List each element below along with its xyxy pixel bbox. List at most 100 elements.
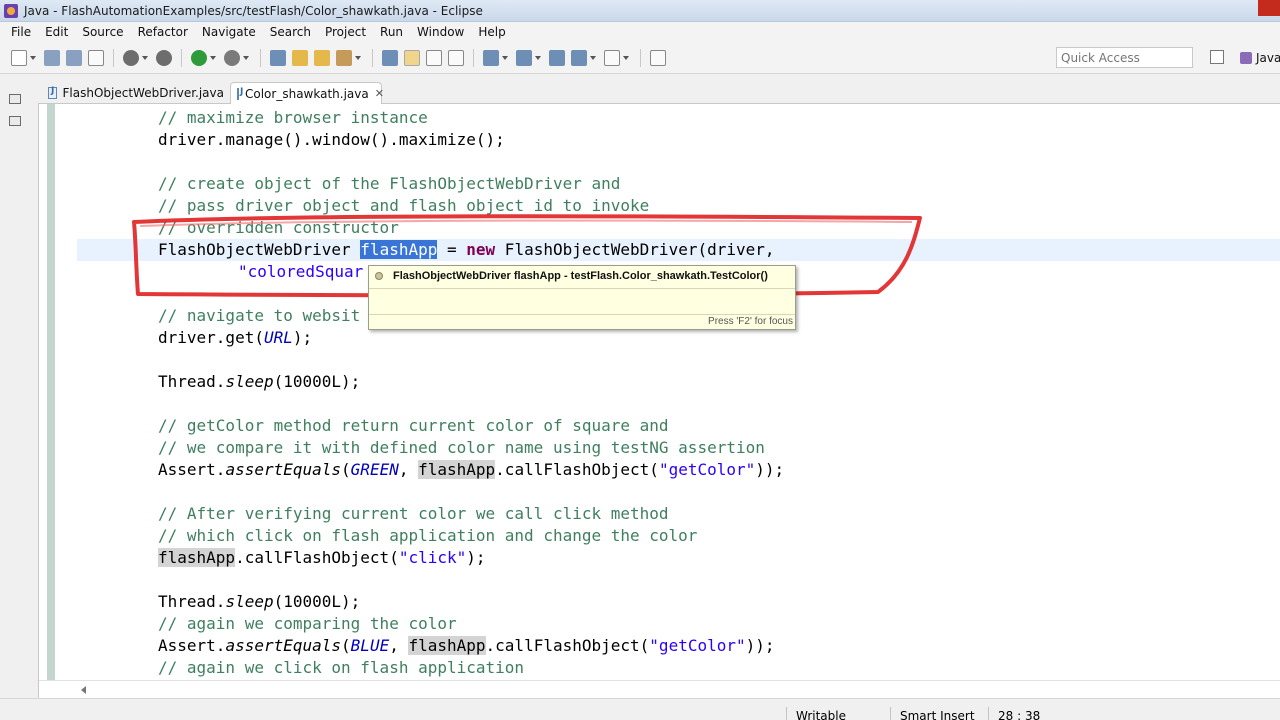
open-type-icon[interactable]	[270, 49, 286, 66]
menu-file[interactable]: File	[4, 25, 38, 39]
toolbar-separator	[473, 48, 474, 67]
code-line: // we compare it with defined color name…	[158, 438, 765, 457]
new-package-icon[interactable]	[292, 49, 308, 66]
code-token: );	[292, 328, 313, 347]
close-icon[interactable]: ✕	[375, 87, 384, 100]
tab-flashobjectwebdriver[interactable]: FlashObjectWebDriver.java	[42, 82, 230, 104]
mark-occurrences-icon[interactable]	[404, 49, 420, 66]
chevron-down-icon[interactable]	[355, 50, 362, 66]
horizontal-scrollbar[interactable]	[39, 680, 1280, 698]
menu-help[interactable]: Help	[471, 25, 512, 39]
window-title: Java - FlashAutomationExamples/src/testF…	[24, 3, 483, 18]
search-icon[interactable]	[382, 49, 398, 66]
pin-editor-icon[interactable]	[650, 49, 666, 66]
local-variable-icon	[375, 272, 383, 280]
menu-edit[interactable]: Edit	[38, 25, 75, 39]
next-annotation-icon[interactable]	[483, 49, 499, 66]
forward-icon[interactable]	[604, 49, 620, 66]
code-token: .callFlashObject(	[495, 460, 659, 479]
javadoc-hover-popup[interactable]: FlashObjectWebDriver flashApp - testFlas…	[368, 265, 796, 330]
last-edit-icon[interactable]	[549, 49, 565, 66]
save-all-icon[interactable]	[66, 49, 82, 66]
open-perspective-icon[interactable]	[1210, 50, 1224, 64]
code-line: // navigate to websit	[158, 306, 361, 325]
code-line: Assert.assertEquals(GREEN, flashApp.call…	[158, 459, 784, 481]
chevron-down-icon[interactable]	[590, 50, 597, 66]
save-icon[interactable]	[44, 49, 60, 66]
quick-access-input[interactable]	[1056, 47, 1193, 68]
code-line: // getColor method return current color …	[158, 416, 669, 435]
close-window-button[interactable]	[1258, 0, 1280, 16]
code-line: driver.manage().window().maximize();	[158, 130, 505, 149]
status-writable: Writable	[796, 709, 846, 720]
code-line: // After verifying current color we call…	[158, 504, 669, 523]
tab-label: FlashObjectWebDriver.java	[62, 86, 224, 100]
status-bar: Writable Smart Insert 28 : 38	[0, 698, 1280, 720]
code-editor[interactable]: // maximize browser instance driver.mana…	[38, 104, 1280, 698]
chevron-down-icon[interactable]	[142, 50, 149, 66]
java-perspective-icon	[1240, 52, 1252, 64]
code-token: (	[341, 460, 351, 479]
chevron-down-icon[interactable]	[502, 50, 509, 66]
overview-ruler	[47, 104, 55, 680]
menu-search[interactable]: Search	[263, 25, 318, 39]
occurrence-highlight: flashApp	[408, 636, 486, 655]
chevron-down-icon[interactable]	[535, 50, 542, 66]
show-whitespace-icon[interactable]	[448, 49, 464, 66]
chevron-down-icon[interactable]	[243, 50, 250, 66]
package-explorer-icon[interactable]	[9, 116, 21, 126]
new-icon[interactable]	[11, 49, 27, 66]
static-method: sleep	[225, 372, 274, 391]
static-method: sleep	[225, 592, 274, 611]
string-literal: "getColor"	[658, 460, 756, 479]
toolbar-separator	[181, 48, 182, 67]
previous-annotation-icon[interactable]	[516, 49, 532, 66]
string-literal: "getColor"	[649, 636, 746, 655]
occurrence-highlight: flashApp	[418, 460, 496, 479]
constant: URL	[263, 328, 293, 347]
status-divider	[988, 707, 989, 720]
code-token: (10000L);	[273, 592, 361, 611]
code-line: // which click on flash application and …	[158, 526, 698, 545]
tab-label: Color_shawkath.java	[245, 86, 369, 101]
menu-run[interactable]: Run	[373, 25, 410, 39]
java-file-icon	[48, 86, 57, 99]
print-icon[interactable]	[88, 49, 104, 66]
code-token: (10000L);	[273, 372, 361, 391]
word-wrap-icon[interactable]	[426, 49, 442, 66]
back-icon[interactable]	[571, 49, 587, 66]
toolbar-separator	[260, 48, 261, 67]
new-class-icon[interactable]	[314, 49, 330, 66]
toolbar-separator	[113, 48, 114, 67]
hover-signature: FlashObjectWebDriver flashApp - testFlas…	[375, 270, 768, 282]
code-token: Assert.	[158, 460, 226, 479]
build-icon[interactable]	[123, 49, 139, 66]
hover-signature-text: FlashObjectWebDriver flashApp - testFlas…	[393, 270, 768, 282]
chevron-down-icon[interactable]	[623, 50, 630, 66]
tab-color-shawkath[interactable]: Color_shawkath.java ✕	[230, 82, 384, 104]
code-token: ));	[745, 636, 775, 655]
skip-breakpoints-icon[interactable]	[156, 49, 172, 66]
code-line: flashApp.callFlashObject("click");	[158, 547, 486, 569]
code-token: ,	[389, 636, 409, 655]
run-icon[interactable]	[191, 49, 207, 66]
menu-navigate[interactable]: Navigate	[195, 25, 263, 39]
constant: BLUE	[350, 636, 390, 655]
hover-divider	[369, 288, 795, 289]
code-token: Assert.	[158, 636, 226, 655]
chevron-down-icon[interactable]	[30, 50, 37, 66]
restore-icon[interactable]	[9, 94, 21, 104]
code-token: ,	[398, 460, 419, 479]
edit-icon[interactable]	[336, 49, 352, 66]
menu-source[interactable]: Source	[75, 25, 130, 39]
menu-window[interactable]: Window	[410, 25, 471, 39]
menu-project[interactable]: Project	[318, 25, 373, 39]
debug-icon[interactable]	[224, 49, 240, 66]
code-line: // again we comparing the color	[158, 614, 457, 633]
java-perspective-button[interactable]: Java	[1240, 51, 1280, 65]
scroll-left-icon[interactable]	[81, 686, 86, 694]
menu-refactor[interactable]: Refactor	[131, 25, 195, 39]
code-token: ));	[755, 460, 785, 479]
chevron-down-icon[interactable]	[210, 50, 217, 66]
code-line: Assert.assertEquals(BLUE, flashApp.callF…	[158, 635, 775, 657]
